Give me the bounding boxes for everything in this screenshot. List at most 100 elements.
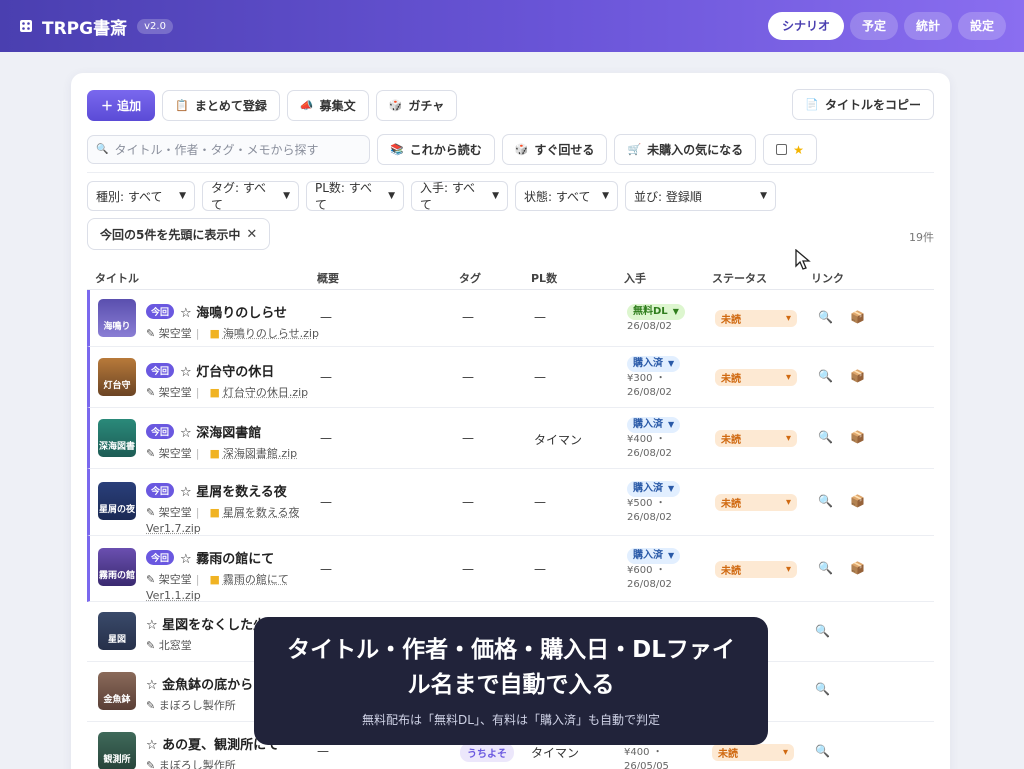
favorite-checkbox[interactable] [776, 144, 788, 155]
package-icon[interactable]: 📦 [850, 369, 865, 383]
acquire-select[interactable]: 購入済 ▼ [627, 417, 681, 433]
acquire-filter-value: 入手: すべて [420, 181, 476, 212]
author[interactable]: 北窓堂 [159, 639, 192, 652]
scenario-title[interactable]: ☆ 深海図書館 [180, 422, 261, 441]
gacha-button[interactable]: 🎲 ガチャ [375, 90, 458, 121]
scenario-title[interactable]: ☆ 海鳴りのしらせ [180, 302, 287, 321]
nav-stats[interactable]: 統計 [903, 12, 952, 40]
status-filter-select[interactable]: 状態: すべて ▼ [515, 181, 618, 211]
close-icon[interactable]: ✕ [246, 227, 257, 242]
col-status[interactable]: ステータス [712, 270, 767, 286]
scenario-title[interactable]: ☆ 金魚鉢の底から [146, 674, 253, 693]
table-row[interactable]: 霧雨の館 今回 ☆ 霧雨の館にて ✎ 架空堂 | ■ 霧雨の館にて Ver1.1.zip… [87, 536, 934, 602]
search-link-icon[interactable]: 🔍 [815, 624, 830, 638]
col-tag[interactable]: タグ [459, 270, 481, 286]
search-link-icon[interactable]: 🔍 [815, 744, 830, 758]
tag-badge[interactable]: うちよそ [460, 743, 514, 762]
package-icon[interactable]: 📦 [850, 561, 865, 575]
author[interactable]: 架空堂 [159, 447, 192, 460]
search-link-icon[interactable]: 🔍 [815, 682, 830, 696]
title-cell: ☆ 金魚鉢の底から ✎ まぼろし製作所 [146, 674, 253, 713]
ready-to-run-filter-button[interactable]: 🎲 すぐ回せる [501, 134, 608, 165]
author[interactable]: まぼろし製作所 [159, 699, 236, 712]
file-name[interactable]: 灯台守の休日.zip [223, 386, 308, 399]
chevron-down-icon: ▼ [602, 191, 609, 201]
author[interactable]: 架空堂 [159, 573, 192, 586]
search-link-icon[interactable]: 🔍 [818, 561, 833, 575]
to-read-filter-button[interactable]: 📚 これから読む [377, 134, 495, 165]
status-select[interactable]: 未読 ▾ [712, 744, 794, 761]
wishlist-filter-button[interactable]: 🛒 未購入の気になる [614, 134, 757, 165]
pl-count: タイマン [534, 433, 583, 447]
acquire-select[interactable]: 購入済 ▼ [627, 548, 681, 564]
pl-filter-select[interactable]: PL数: すべて ▼ [306, 181, 404, 212]
search-link-icon[interactable]: 🔍 [818, 494, 833, 508]
package-icon[interactable]: 📦 [850, 310, 865, 324]
package-icon[interactable]: 📦 [850, 430, 865, 444]
col-title[interactable]: タイトル [95, 270, 139, 286]
status-select[interactable]: 未読 ▾ [715, 430, 797, 447]
acquire-cell: 購入済 ▼ ¥600 ・ 26/08/02 [627, 548, 681, 592]
scenario-title[interactable]: ☆ 灯台守の休日 [180, 361, 274, 380]
nav-schedule[interactable]: 予定 [849, 12, 898, 40]
copy-titles-button[interactable]: 📄 タイトルをコピー [792, 89, 934, 120]
table-row[interactable]: 深海図書 今回 ☆ 深海図書館 ✎ 架空堂 | ■ 深海図書館.zip — — タイマン… [87, 408, 934, 469]
nav-scenario[interactable]: シナリオ [767, 12, 844, 40]
author[interactable]: 架空堂 [159, 386, 192, 399]
ready-to-run-label: すぐ回せる [534, 143, 595, 157]
acquire-value: 無料DL [633, 306, 668, 317]
favorite-filter-toggle[interactable]: ★ [763, 134, 817, 165]
acquire-filter-select[interactable]: 入手: すべて ▼ [411, 181, 508, 212]
file-name[interactable]: 海鳴りのしらせ.zip [223, 327, 319, 340]
status-value: 未読 [721, 374, 741, 385]
pen-icon: ✎ [146, 759, 156, 769]
type-filter-select[interactable]: 種別: すべて ▼ [87, 181, 195, 211]
status-select[interactable]: 未読 ▾ [715, 494, 797, 511]
author[interactable]: まぼろし製作所 [159, 759, 236, 769]
chevron-down-icon: ▾ [785, 497, 791, 508]
nav-settings[interactable]: 設定 [957, 12, 1006, 40]
thumbnail: 霧雨の館 [98, 548, 136, 586]
bulk-register-button[interactable]: 📋 まとめて登録 [162, 90, 280, 121]
search-input[interactable]: 🔍 タイトル・作者・タグ・メモから探す [87, 135, 370, 164]
package-icon[interactable]: 📦 [850, 494, 865, 508]
col-link[interactable]: リンク [811, 270, 844, 286]
app-logo[interactable]: TRPG書斎 [18, 14, 127, 39]
acquire-select[interactable]: 無料DL ▼ [627, 304, 685, 320]
document-icon: 📄 [805, 98, 819, 111]
thumbnail-label: 観測所 [103, 755, 131, 765]
col-pl[interactable]: PL数 [531, 270, 557, 286]
status-select[interactable]: 未読 ▾ [715, 369, 797, 386]
search-link-icon[interactable]: 🔍 [818, 369, 833, 383]
current-five-chip[interactable]: 今回の5件を先頭に表示中 ✕ [87, 218, 271, 250]
app-title: TRPG書斎 [42, 18, 128, 39]
file-name[interactable]: 星屑を数える夜 [223, 506, 300, 519]
file-name[interactable]: 深海図書館.zip [223, 447, 297, 460]
author[interactable]: 架空堂 [159, 327, 192, 340]
status-select[interactable]: 未読 ▾ [715, 310, 797, 327]
search-link-icon[interactable]: 🔍 [818, 310, 833, 324]
table-row[interactable]: 海鳴り 今回 ☆ 海鳴りのしらせ ✎ 架空堂 | ■ 海鳴りのしらせ.zip — — —… [87, 290, 934, 347]
status-select[interactable]: 未読 ▾ [715, 561, 797, 578]
acquire-select[interactable]: 購入済 ▼ [627, 356, 681, 372]
add-button[interactable]: ＋ 追加 [87, 90, 156, 121]
file-name-version[interactable]: Ver1.1.zip [146, 589, 201, 602]
recruit-text-button[interactable]: 📣 募集文 [286, 90, 369, 121]
file-name-version[interactable]: Ver1.7.zip [146, 522, 201, 535]
current-badge: 今回 [146, 424, 175, 439]
thumbnail-label: 灯台守 [103, 381, 131, 391]
acquire-select[interactable]: 購入済 ▼ [627, 481, 681, 497]
scenario-title[interactable]: ☆ 星屑を数える夜 [180, 481, 287, 500]
file-name[interactable]: 霧雨の館にて [223, 573, 289, 586]
col-acquire[interactable]: 入手 [624, 270, 646, 286]
col-summary[interactable]: 概要 [317, 270, 339, 286]
table-row[interactable]: 星屑の夜 今回 ☆ 星屑を数える夜 ✎ 架空堂 | ■ 星屑を数える夜 Ver1.7.z… [87, 469, 934, 536]
search-link-icon[interactable]: 🔍 [818, 430, 833, 444]
table-row[interactable]: 灯台守 今回 ☆ 灯台守の休日 ✎ 架空堂 | ■ 灯台守の休日.zip — — — 購… [87, 347, 934, 408]
top-bar: TRPG書斎 v2.0 シナリオ 予定 統計 設定 [0, 0, 1024, 52]
tag-filter-select[interactable]: タグ: すべて ▼ [202, 181, 299, 212]
author[interactable]: 架空堂 [159, 506, 192, 519]
thumbnail: 灯台守 [98, 358, 136, 396]
sort-select[interactable]: 並び: 登録順 ▼ [625, 181, 776, 211]
scenario-title[interactable]: ☆ 霧雨の館にて [180, 548, 274, 567]
